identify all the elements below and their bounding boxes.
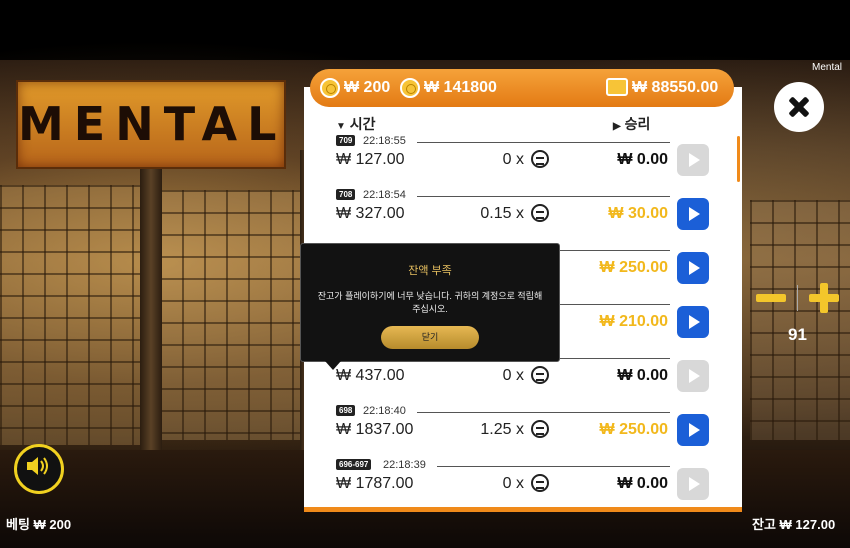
- replay-button[interactable]: [677, 198, 709, 230]
- scrollbar-thumb[interactable]: [737, 136, 740, 182]
- replay-button: [677, 144, 709, 176]
- round-id-badge: 698: [336, 405, 356, 416]
- history-row: 708 22:18:54 ₩ 327.00 0.15 x ₩ 30.00: [336, 189, 736, 243]
- multiplier: 0 x: [502, 151, 524, 168]
- game-title: Mental: [812, 62, 843, 73]
- row-divider: [417, 412, 670, 413]
- coin-icon: [400, 78, 420, 98]
- wall-tiles-center: [160, 190, 300, 440]
- time-header: 시간: [349, 116, 376, 132]
- history-row: 698 22:18:40 ₩ 1837.00 1.25 x ₩ 250.00: [336, 405, 736, 459]
- coin-icon: [531, 204, 549, 222]
- bet-footer: 베팅 ₩ 200: [6, 517, 72, 532]
- sound-icon: [27, 457, 48, 475]
- multiplier: 1.25 x: [480, 421, 524, 438]
- coin-icon: [531, 420, 549, 438]
- row-divider: [417, 142, 670, 143]
- decrease-button[interactable]: [756, 294, 786, 302]
- win-amount: ₩ 210.00: [599, 313, 668, 330]
- replay-button[interactable]: [677, 414, 709, 446]
- multiplier: 0 x: [502, 367, 524, 384]
- sort-down-icon: ▼: [336, 121, 346, 132]
- level-value: 91: [788, 325, 807, 344]
- round-time: 22:18:39: [383, 459, 426, 471]
- multiplier: 0.15 x: [480, 205, 524, 222]
- dialog-close-button[interactable]: 닫기: [381, 326, 479, 349]
- dialog-message: 잔고가 플레이하기에 너무 낮습니다. 귀하의 계정으로 적립해 주십시오.: [317, 291, 543, 314]
- win-header: 승리: [624, 116, 651, 132]
- replay-button[interactable]: [677, 306, 709, 338]
- history-row: 696-697 22:18:39 ₩ 1787.00 0 x ₩ 0.00: [336, 459, 736, 513]
- round-time: 22:18:54: [363, 189, 406, 201]
- bet-coin-value: ₩ 200: [344, 79, 391, 96]
- bet-amount: ₩ 1787.00: [336, 475, 414, 492]
- bet-amount: ₩ 437.00: [336, 367, 405, 384]
- history-topbar: ₩ 200 ₩ 141800 ₩ 88550.00: [310, 69, 734, 107]
- round-time: 22:18:55: [363, 135, 406, 147]
- wall-tiles-left: [0, 185, 140, 445]
- game-logo: MENTAL: [16, 80, 286, 169]
- insufficient-balance-dialog: 잔액 부족 잔고가 플레이하기에 너무 낮습니다. 귀하의 계정으로 적립해 주…: [300, 243, 560, 370]
- wallet-value: ₩ 88550.00: [632, 79, 719, 96]
- total-coin-value: ₩ 141800: [424, 79, 497, 96]
- wall-tiles-right: [750, 200, 850, 440]
- coin-icon: [531, 474, 549, 492]
- win-amount: ₩ 250.00: [599, 421, 668, 438]
- control-divider: [797, 285, 798, 311]
- win-amount: ₩ 0.00: [617, 367, 668, 384]
- coin-icon: [531, 366, 549, 384]
- dialog-title: 잔액 부족: [408, 265, 452, 277]
- bet-amount: ₩ 127.00: [336, 151, 405, 168]
- bet-amount: ₩ 327.00: [336, 205, 405, 222]
- round-id-badge: 709: [336, 135, 356, 146]
- close-button[interactable]: [774, 82, 824, 132]
- row-divider: [437, 466, 670, 467]
- sort-time[interactable]: ▼ 시간: [336, 114, 376, 134]
- replay-button: [677, 360, 709, 392]
- win-amount: ₩ 30.00: [608, 205, 668, 222]
- round-id-badge: 708: [336, 189, 356, 200]
- history-row: 709 22:18:55 ₩ 127.00 0 x ₩ 0.00: [336, 135, 736, 189]
- coin-icon: [320, 78, 340, 98]
- round-time: 22:18:40: [363, 405, 406, 417]
- round-id-badge: 696-697: [336, 459, 372, 470]
- sort-right-icon: ▶: [613, 121, 621, 132]
- bet-amount: ₩ 1837.00: [336, 421, 414, 438]
- replay-button: [677, 468, 709, 500]
- multiplier: 0 x: [502, 475, 524, 492]
- replay-button[interactable]: [677, 252, 709, 284]
- sound-button[interactable]: [14, 444, 64, 494]
- win-amount: ₩ 250.00: [599, 259, 668, 276]
- logo-text: MENTAL: [18, 97, 287, 151]
- sort-win[interactable]: ▶ 승리: [613, 114, 650, 134]
- wallet-icon: [606, 78, 628, 96]
- coin-icon: [531, 150, 549, 168]
- win-amount: ₩ 0.00: [617, 151, 668, 168]
- pillar: [140, 150, 162, 460]
- win-amount: ₩ 0.00: [617, 475, 668, 492]
- balance-footer: 잔고 ₩ 127.00: [752, 517, 836, 532]
- row-divider: [417, 196, 670, 197]
- plus-icon: [820, 283, 828, 313]
